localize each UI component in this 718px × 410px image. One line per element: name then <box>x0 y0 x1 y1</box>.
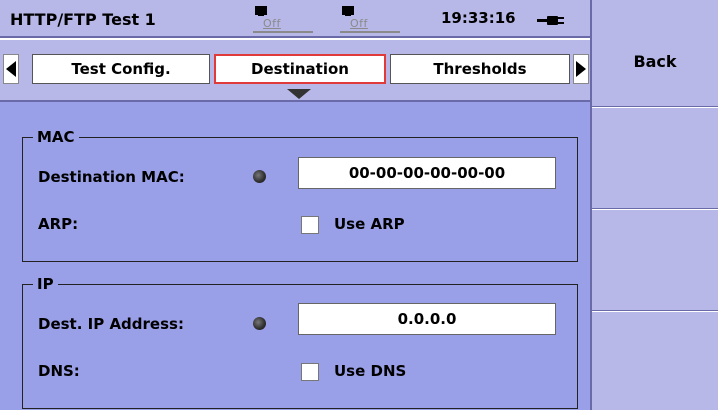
arp-label: ARP: <box>38 215 79 233</box>
soft-key-panel: Back <box>590 0 718 410</box>
ethernet-port-icon <box>342 6 354 16</box>
tab-thresholds[interactable]: Thresholds <box>390 54 570 84</box>
port-1-status: Off <box>253 4 313 34</box>
port-2-status: Off <box>340 4 400 34</box>
ip-group: IP <box>22 275 578 409</box>
soft-key-3[interactable] <box>592 210 718 312</box>
mac-group-legend: MAC <box>37 128 75 146</box>
arrow-left-icon <box>6 61 16 77</box>
screen: HTTP/FTP Test 1 Off Off 19:33:16 Test Co… <box>0 0 718 410</box>
destination-mac-label: Destination MAC: <box>38 168 185 186</box>
status-bar: HTTP/FTP Test 1 Off Off 19:33:16 <box>0 0 590 38</box>
tab-scroll-right-button[interactable] <box>573 54 589 84</box>
selected-tab-pointer-icon <box>287 89 311 99</box>
test-title: HTTP/FTP Test 1 <box>10 10 156 29</box>
destination-mac-field[interactable]: 00-00-00-00-00-00 <box>298 157 556 189</box>
dest-ip-address-field[interactable]: 0.0.0.0 <box>298 303 556 335</box>
mac-group: MAC <box>22 128 578 262</box>
port-1-state: Off <box>263 17 281 30</box>
use-dns-label[interactable]: Use DNS <box>334 362 406 380</box>
tab-destination[interactable]: Destination <box>214 54 386 84</box>
edit-indicator-icon <box>253 317 266 330</box>
soft-key-2[interactable] <box>592 108 718 210</box>
back-button-label: Back <box>633 52 677 71</box>
arrow-right-icon <box>576 61 586 77</box>
tab-scroll-left-button[interactable] <box>3 54 19 84</box>
use-arp-checkbox[interactable] <box>301 216 319 234</box>
destination-settings-panel: MAC Destination MAC: 00-00-00-00-00-00 A… <box>0 100 590 410</box>
soft-key-4[interactable] <box>592 312 718 410</box>
dest-ip-address-label: Dest. IP Address: <box>38 315 184 333</box>
ip-group-legend: IP <box>37 275 54 293</box>
dns-label: DNS: <box>38 362 80 380</box>
clock: 19:33:16 <box>441 9 516 27</box>
tab-test-config[interactable]: Test Config. <box>32 54 210 84</box>
ethernet-port-icon <box>255 6 267 16</box>
use-arp-label[interactable]: Use ARP <box>334 215 405 233</box>
edit-indicator-icon <box>253 170 266 183</box>
port-2-state: Off <box>350 17 368 30</box>
use-dns-checkbox[interactable] <box>301 363 319 381</box>
back-button[interactable]: Back <box>592 0 718 108</box>
ac-power-plug-icon <box>537 16 564 25</box>
tab-bar: Test Config. Destination Thresholds <box>0 40 590 100</box>
